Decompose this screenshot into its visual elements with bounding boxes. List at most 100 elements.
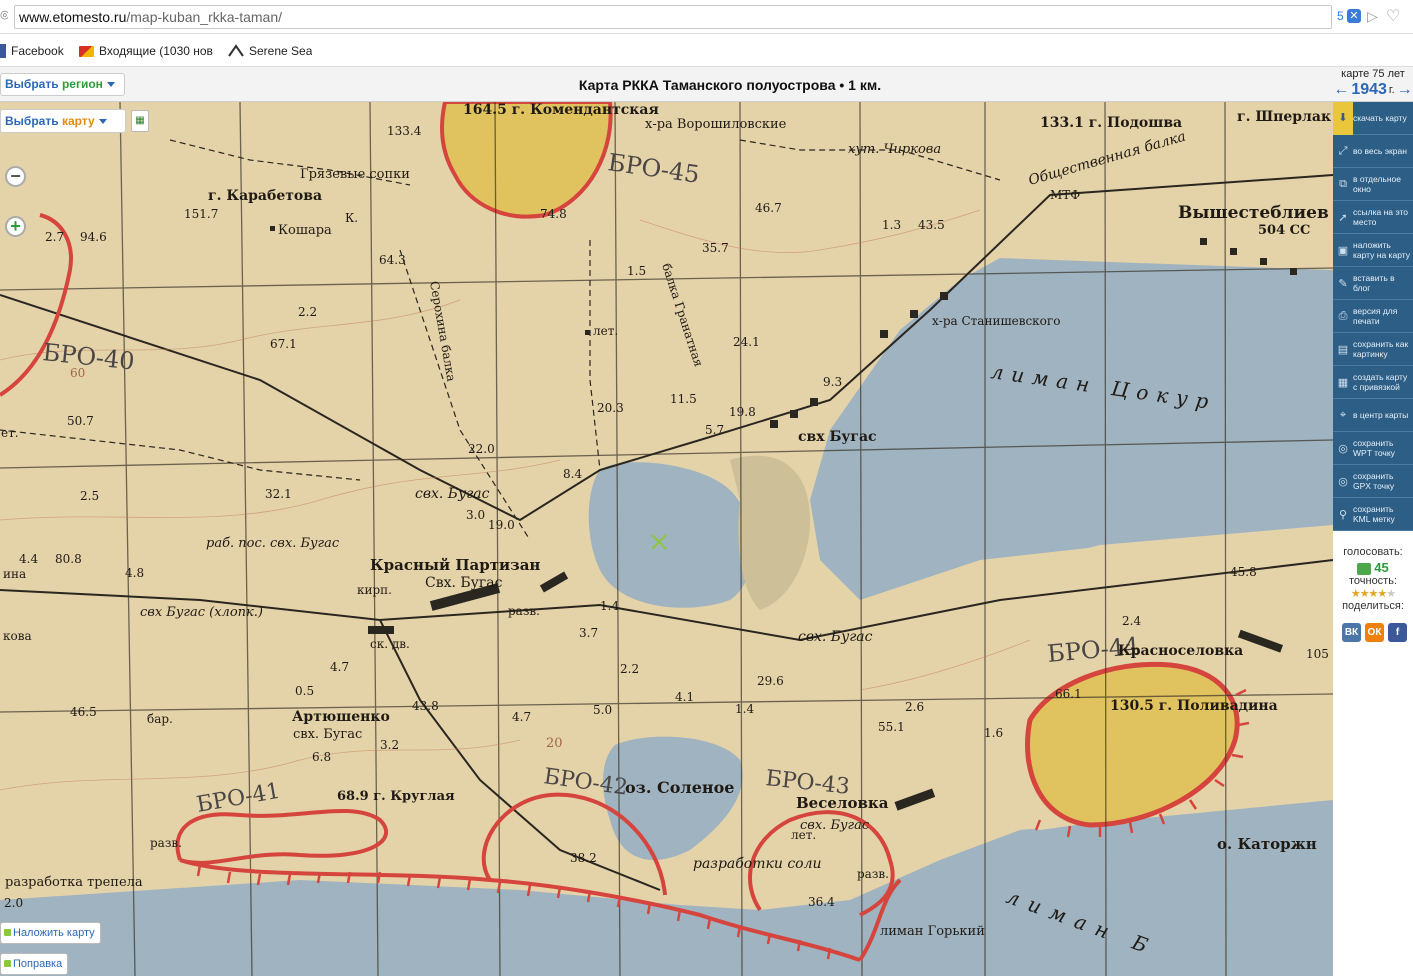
new-window-icon: ⧉ xyxy=(1339,177,1347,190)
map-label: 0.5 xyxy=(295,684,314,698)
tool-center[interactable]: ⌖ в центр карты xyxy=(1333,399,1413,432)
zoom-in-button[interactable]: + xyxy=(5,216,26,237)
bookmark-inbox[interactable]: Входящие (1030 нов xyxy=(79,42,213,60)
map-label: 60 xyxy=(70,366,85,380)
overlay-map-button[interactable]: Наложить карту xyxy=(0,922,101,944)
map-label: х-ра Ворошиловские xyxy=(645,117,787,132)
serene-sea-icon xyxy=(228,44,244,58)
map-label: 2.4 xyxy=(1122,614,1141,628)
facebook-icon xyxy=(0,44,6,58)
addon-counter[interactable]: 5 xyxy=(1337,9,1344,23)
map-label: 8.4 xyxy=(563,467,582,481)
tool-label: сохранить WPT точку xyxy=(1353,438,1395,458)
map-label: 5.7 xyxy=(705,423,724,437)
chevron-down-icon xyxy=(98,119,107,125)
select-region-prefix: Выбрать xyxy=(5,77,59,91)
vote-label: голосовать: xyxy=(1343,546,1403,558)
map-label: 20 xyxy=(546,736,563,751)
map-label: 74.8 xyxy=(540,207,567,221)
map-label: 1.3 xyxy=(882,218,901,232)
map-label: 66.1 xyxy=(1055,687,1082,701)
map-label: Кошара xyxy=(278,223,332,238)
select-map-button[interactable]: Выбрать карту xyxy=(0,109,126,133)
adblock-icon[interactable]: ✕ xyxy=(1347,9,1361,23)
map-label: 46.7 xyxy=(755,201,782,215)
security-icon[interactable]: ◎ xyxy=(0,8,8,26)
vote-panel: голосовать: 45 точность: ★★★★★ поделитьс… xyxy=(1333,546,1413,612)
tool-save-image[interactable]: ▤ сохранить как картинку xyxy=(1333,333,1413,366)
map-label: 4.1 xyxy=(675,690,694,704)
tool-label: создать карту с привязкой xyxy=(1353,372,1408,392)
year-suffix: г. xyxy=(1388,84,1395,96)
url-field[interactable]: www.etomesto.ru/map-kuban_rkka-taman/ xyxy=(14,5,1332,29)
bookmarks-bar: Facebook Входящие (1030 нов Serene Sea xyxy=(0,34,1413,67)
map-label: разв. xyxy=(150,836,182,850)
tool-label: сохранить GPX точку xyxy=(1353,471,1395,491)
year-next-icon[interactable]: → xyxy=(1397,81,1413,99)
tool-label: наложить карту на карту xyxy=(1353,240,1410,260)
map-label: лет. xyxy=(593,324,618,338)
map-label: 11.5 xyxy=(670,392,697,406)
map-label: 5.0 xyxy=(593,703,612,717)
ok-share-icon[interactable]: ОК xyxy=(1365,623,1384,642)
bookmark-label: Serene Sea xyxy=(249,44,313,58)
facebook-share-icon[interactable]: f xyxy=(1388,623,1407,642)
bookmark-serene-sea[interactable]: Serene Sea xyxy=(228,42,312,60)
tool-gpx[interactable]: ◎ сохранить GPX точку xyxy=(1333,465,1413,498)
map-label: 80.8 xyxy=(55,552,82,566)
select-map-prefix: Выбрать xyxy=(5,114,59,128)
map-label: разработка трепела xyxy=(5,875,143,890)
map-label: 19.0 xyxy=(488,518,515,532)
map-label: разв. xyxy=(857,867,889,881)
map-label: г. Карабетова xyxy=(208,188,322,204)
map-label: 1.5 xyxy=(627,264,646,278)
map-label: свх. Бугас xyxy=(798,629,873,645)
tool-fullscreen[interactable]: ⤢ во весь экран xyxy=(1333,135,1413,168)
tool-label: вставить в блог xyxy=(1353,273,1395,293)
gpx-icon: ◎ xyxy=(1338,475,1348,488)
tool-overlay[interactable]: ▣ наложить карту на карту xyxy=(1333,234,1413,267)
map-label: раб. пос. свх. Бугас xyxy=(206,536,340,551)
map-label: 68.9 г. Круглая xyxy=(337,789,455,804)
year-prev-icon[interactable]: ← xyxy=(1333,81,1349,99)
map-label: 2.0 xyxy=(4,896,23,910)
bookmark-facebook[interactable]: Facebook xyxy=(0,42,64,60)
map-label: 43.8 xyxy=(412,699,439,713)
zoom-out-button[interactable]: − xyxy=(5,166,26,187)
tool-embed[interactable]: ✎ вставить в блог xyxy=(1333,267,1413,300)
tool-print[interactable]: ⎙ версия для печати xyxy=(1333,300,1413,333)
map-canvas: 164.5 г. Комендантская х-ра Ворошиловски… xyxy=(0,102,1333,976)
url-domain: www.etomesto.ru xyxy=(19,9,127,25)
heart-icon[interactable]: ♡ xyxy=(1386,6,1400,26)
map-label: кирп. xyxy=(357,583,392,597)
map-label: свх. Бугас xyxy=(415,486,490,502)
map-label: 32.1 xyxy=(265,487,292,501)
vote-count: 45 xyxy=(1374,560,1389,575)
rating-stars[interactable]: ★★★★★ xyxy=(1333,587,1413,600)
tool-wpt[interactable]: ◎ сохранить WPT точку xyxy=(1333,432,1413,465)
tool-link[interactable]: ➚ ссылка на это место xyxy=(1333,201,1413,234)
map-label: 4.8 xyxy=(125,566,144,580)
tool-new-window[interactable]: ⧉ в отдельное окно xyxy=(1333,168,1413,201)
overlay-icon: ▣ xyxy=(1337,244,1349,257)
correction-button[interactable]: Поправка xyxy=(0,953,69,975)
layers-icon[interactable]: ▦ xyxy=(131,110,149,132)
map-label: 3.7 xyxy=(579,626,598,640)
map-label: 2.2 xyxy=(620,662,639,676)
map-viewport[interactable]: 164.5 г. Комендантская х-ра Ворошиловски… xyxy=(0,102,1333,976)
map-label: 45.8 xyxy=(1230,565,1257,579)
map-label: Красноселовка xyxy=(1118,643,1243,659)
page-title: Карта РККА Таманского полуострова • 1 км… xyxy=(578,77,882,93)
share-arrow-icon[interactable]: ▷ xyxy=(1367,8,1378,25)
address-bar: ◎ www.etomesto.ru/map-kuban_rkka-taman/ … xyxy=(0,0,1413,34)
map-label: Свх. Бугас xyxy=(425,575,503,591)
map-label: К. xyxy=(345,211,358,225)
tool-georef[interactable]: ▦ создать карту с привязкой xyxy=(1333,366,1413,399)
tool-download[interactable]: ⬇ скачать карту xyxy=(1333,101,1413,135)
select-region-button[interactable]: Выбрать регион xyxy=(0,73,125,96)
tool-kml[interactable]: ⚲ сохранить KML метку xyxy=(1333,498,1413,531)
map-label: Красный Партизан xyxy=(370,556,540,574)
tool-label: во весь экран xyxy=(1353,146,1407,156)
thumbs-up-icon[interactable] xyxy=(1357,563,1372,576)
vk-share-icon[interactable]: ВК xyxy=(1342,623,1361,642)
